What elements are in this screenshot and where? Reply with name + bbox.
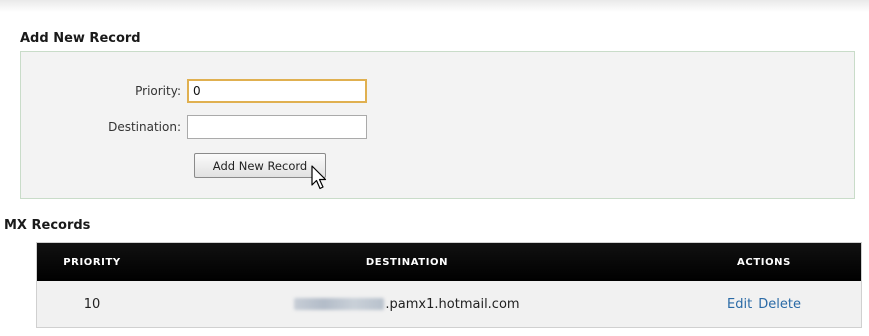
table-header: Priority Destination Actions: [37, 243, 861, 281]
destination-label: Destination:: [108, 120, 181, 134]
table-row: 10 .pamx1.hotmail.com Edit Delete: [37, 281, 861, 327]
mx-records-table: Priority Destination Actions 10 .pamx1.h…: [36, 242, 862, 328]
column-header-destination: Destination: [365, 256, 449, 268]
priority-input[interactable]: [187, 79, 367, 103]
column-header-priority: Priority: [63, 256, 121, 268]
edit-link[interactable]: Edit: [727, 297, 752, 312]
priority-label: Priority:: [135, 84, 181, 98]
destination-domain: .pamx1.hotmail.com: [385, 296, 520, 312]
mouse-pointer-icon: [311, 165, 327, 190]
column-header-actions: Actions: [737, 256, 791, 268]
priority-row: Priority:: [21, 78, 367, 104]
row-priority: 10: [83, 296, 101, 312]
destination-row: Destination:: [21, 114, 367, 140]
row-actions: Edit Delete: [667, 281, 861, 327]
row-destination: .pamx1.hotmail.com: [147, 281, 667, 327]
delete-link[interactable]: Delete: [758, 297, 801, 312]
mx-records-heading: MX Records: [4, 218, 91, 233]
add-record-heading: Add New Record: [20, 31, 141, 46]
add-new-record-button[interactable]: Add New Record: [194, 153, 326, 178]
redacted-hostname: [294, 298, 385, 310]
top-bar: [0, 0, 869, 12]
add-record-form: Priority: Destination: Add New Record: [20, 51, 855, 199]
destination-input[interactable]: [187, 115, 367, 139]
